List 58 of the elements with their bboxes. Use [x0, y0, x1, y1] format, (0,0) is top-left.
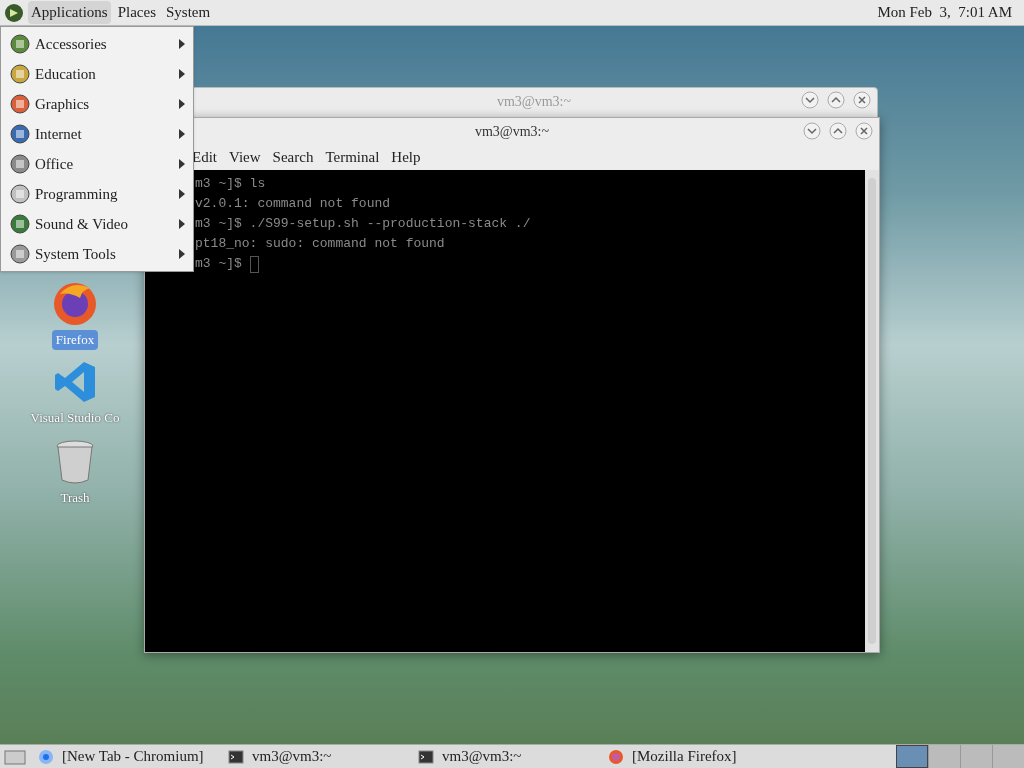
menu-item[interactable]: Accessories: [1, 29, 193, 59]
submenu-arrow-icon: [179, 69, 185, 79]
terminal-line: pt18_no: sudo: command not found: [195, 235, 445, 253]
submenu-arrow-icon: [179, 219, 185, 229]
taskbar-button[interactable]: [Mozilla Firefox]: [600, 745, 790, 768]
trash-icon: [55, 440, 95, 484]
close-icon[interactable]: [853, 91, 871, 109]
terminal-icon: [418, 748, 434, 765]
terminal-line: v2.0.1: command not found: [195, 195, 391, 213]
panel-menu[interactable]: Places: [114, 1, 159, 24]
firefox-icon: [52, 280, 98, 326]
menu-item[interactable]: Graphics: [1, 89, 193, 119]
maximize-icon[interactable]: [827, 91, 845, 109]
window-title: vm3@vm3:~: [474, 122, 550, 141]
terminal-line: m3 ~]$ ls: [195, 175, 266, 193]
maximize-icon[interactable]: [829, 122, 847, 140]
terminal-icon: [228, 748, 244, 765]
terminal-menu[interactable]: Terminal: [325, 145, 380, 169]
terminal-line: m3 ~]$: [195, 255, 242, 273]
category-icon: [9, 63, 31, 85]
submenu-arrow-icon: [179, 159, 185, 169]
code-editor-icon: [53, 360, 97, 404]
taskbar-button[interactable]: vm3@vm3:~: [220, 745, 410, 768]
submenu-arrow-icon: [179, 249, 185, 259]
firefox-icon: [608, 748, 624, 765]
category-icon: [9, 213, 31, 235]
terminal-menu[interactable]: View: [229, 145, 261, 169]
browser-icon: [38, 748, 54, 765]
submenu-arrow-icon: [179, 129, 185, 139]
terminal-menu[interactable]: Edit: [192, 145, 217, 169]
taskbar-button[interactable]: [New Tab - Chromium]: [30, 745, 220, 768]
category-icon: [9, 243, 31, 265]
submenu-arrow-icon: [179, 189, 185, 199]
terminal-menu[interactable]: Search: [272, 145, 314, 169]
terminal-line: m3 ~]$ ./S99-setup.sh --production-stack ./: [195, 215, 531, 233]
gnome-foot-icon: [4, 2, 24, 23]
category-icon: [9, 153, 31, 175]
submenu-arrow-icon: [179, 39, 185, 49]
category-icon: [9, 123, 31, 145]
taskbar-button[interactable]: vm3@vm3:~: [410, 745, 600, 768]
window-title: vm3@vm3:~: [496, 93, 572, 111]
category-icon: [9, 183, 31, 205]
minimize-icon[interactable]: [803, 122, 821, 140]
submenu-arrow-icon: [179, 99, 185, 109]
menu-item[interactable]: Education: [1, 59, 193, 89]
close-icon[interactable]: [855, 122, 873, 140]
workspace-switcher[interactable]: [896, 745, 1024, 768]
terminal-menu[interactable]: Help: [391, 145, 421, 169]
text-cursor: [249, 255, 259, 273]
menu-item[interactable]: Internet: [1, 119, 193, 149]
panel-menu[interactable]: Applications: [28, 1, 111, 24]
scrollbar[interactable]: [865, 170, 879, 652]
minimize-icon[interactable]: [801, 91, 819, 109]
panel-clock[interactable]: Mon Feb 3, 7:01 AM: [877, 1, 1012, 24]
category-icon: [9, 33, 31, 55]
panel-menu[interactable]: System: [163, 1, 214, 24]
category-icon: [9, 93, 31, 115]
terminal-output[interactable]: m3 ~]$ ls v2.0.1: command not found m3 ~]$ ./S99-setup.sh --production-stack ./ pt18_no: sudo: command not found m3 ~]$: [145, 170, 865, 652]
